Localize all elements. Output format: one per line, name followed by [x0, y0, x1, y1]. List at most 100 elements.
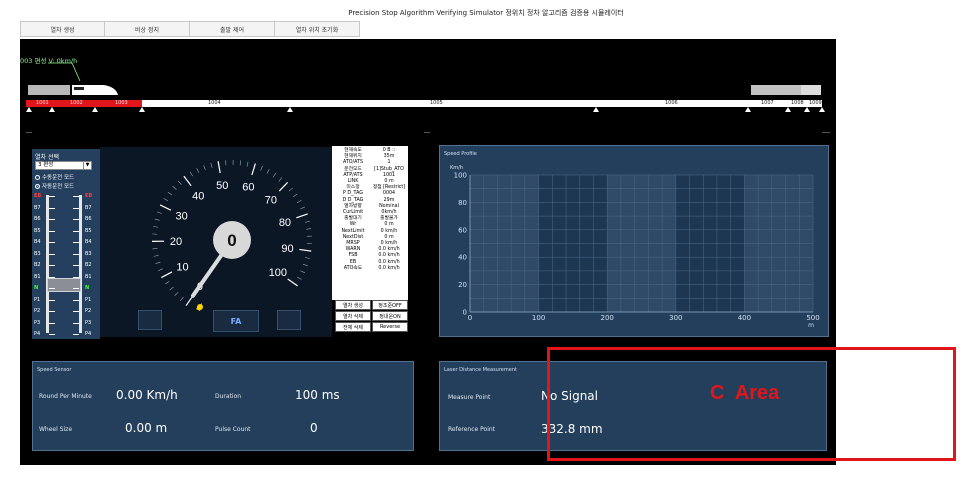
gauge-minor-tick	[297, 276, 302, 280]
notch-label: P4	[85, 331, 92, 337]
track-segment-label: 1006	[665, 100, 678, 106]
track-marker	[26, 107, 32, 112]
info-row: NextLimit 0 km/h	[332, 229, 408, 235]
delete-train-button[interactable]: 열차 삭제	[335, 311, 371, 321]
create-train-button[interactable]: 열차 생성	[20, 21, 105, 37]
auto-align-off-button[interactable]: 정조준OFF	[372, 300, 408, 310]
info-key: 운전모드	[344, 166, 362, 172]
train-info-table: 현재속도 0 B :: 현재위치 35m ATO/ATS 1 운전모드 [1]Stub_ATO…	[332, 146, 408, 300]
info-key: D D_TAG	[342, 197, 364, 203]
pulse-count-value: 0	[310, 421, 318, 435]
gauge-minor-tick	[210, 162, 213, 168]
reset-train-position-button[interactable]: 열차 위치 초기화	[275, 21, 360, 37]
gauge-minor-tick	[157, 211, 162, 214]
info-row: 출발대기 출발불가	[332, 216, 408, 222]
gauge-tick	[159, 204, 172, 211]
info-value: 0 km/h	[380, 228, 398, 234]
gauge-tick-label: 90	[281, 243, 293, 255]
info-key: FSB	[348, 253, 358, 259]
info-key: ATO/ATS	[342, 160, 364, 166]
notch-label: EB	[85, 193, 93, 199]
track-segment-label: 1008	[791, 100, 804, 106]
notch-tick	[49, 299, 55, 301]
notch-tick	[49, 322, 55, 324]
app-window: Precision Stop Algorithm Verifying Simul…	[0, 0, 972, 477]
notch-tick	[73, 288, 79, 289]
radio-selected-icon	[35, 184, 40, 189]
track-segment-label: 1004	[208, 100, 221, 106]
gauge-speed-display: 0	[227, 231, 236, 250]
pulse-count-label: Pulse Count	[215, 426, 251, 433]
emergency-stop-button[interactable]: 비상 정지	[105, 21, 190, 37]
track-marker	[593, 107, 599, 112]
notch-label: N	[85, 285, 90, 291]
gauge-tick	[296, 213, 308, 219]
wheel-size-label: Wheel Size	[39, 426, 73, 433]
notch-tick	[73, 311, 79, 312]
fa-mode-button[interactable]: FA	[213, 310, 259, 332]
notch-label: P2	[34, 308, 41, 314]
notch-lever-area: EB EB B7 B7 B6 B6 B5 B5 B4 B4 B3 B3 B2 B2 B1 B1 N N P1 P1 P2…	[32, 193, 100, 337]
create-train-ctrl-button[interactable]: 열차 생성	[335, 300, 371, 310]
y-tick-label: 80	[458, 199, 467, 207]
y-tick-label: 60	[458, 226, 467, 234]
train-mode-panel: 열차 선택 3 편성 ▼ 수동운전 모드 자동운전 모드 EB EB B7 B7 B6 B…	[32, 149, 100, 339]
gauge-minor-tick	[246, 161, 249, 167]
track-segment-label: 1005	[430, 100, 443, 106]
info-key: ATP/ATS	[343, 172, 363, 178]
info-key: NextDist	[342, 234, 364, 240]
gauge-minor-tick	[300, 270, 306, 274]
measure-point-label: Measure Point	[448, 394, 491, 401]
speed-sensor-title: Speed Sensor	[37, 367, 72, 373]
notch-rail-right	[79, 195, 82, 333]
gauge-minor-tick	[174, 292, 179, 296]
speed-sensor-panel: Speed Sensor Round Per Minute 0.00 Km/h …	[32, 361, 414, 451]
chevron-down-icon[interactable]: ▼	[83, 162, 91, 169]
notch-label: P3	[34, 319, 41, 326]
gauge-tick	[299, 248, 312, 252]
gauge-tick-label: 100	[269, 267, 287, 279]
notch-label: B3	[85, 250, 92, 257]
notch-label: P4	[34, 331, 41, 337]
gauge-tick-label: 40	[192, 190, 204, 202]
track-marker	[49, 107, 55, 112]
x-tick-label: 400	[738, 314, 751, 322]
notch-tick	[73, 207, 79, 209]
laser-title: Laser Distance Measurement	[444, 367, 517, 373]
notch-lever-handle[interactable]	[47, 278, 81, 292]
notch-tick	[73, 322, 79, 324]
train-select-dropdown[interactable]: 3 편성 ▼	[35, 161, 92, 170]
info-value: 0.0 km/h	[378, 253, 400, 259]
manual-mode-label: 수동운전 모드	[42, 175, 75, 181]
train-icon[interactable]	[20, 59, 120, 99]
info-value: 0.0 km/h	[378, 259, 400, 265]
track-marker	[92, 107, 98, 112]
auto-mode-radio[interactable]: 자동운전 모드	[35, 182, 74, 190]
info-row: EB 0.0 km/h	[332, 260, 408, 266]
track-marker	[139, 107, 145, 112]
gauge-minor-tick	[163, 198, 169, 202]
gauge-tick	[278, 182, 289, 192]
internal-on-button[interactable]: 정내운ON	[372, 311, 408, 321]
track-marker	[785, 107, 791, 112]
notch-tick	[49, 253, 55, 255]
notch-label: B5	[85, 227, 92, 234]
gauge-minor-tick	[293, 193, 298, 198]
departure-control-button[interactable]: 출발 제어	[190, 21, 275, 37]
marker-dot-icon	[197, 304, 203, 310]
x-axis-label: m	[808, 322, 814, 329]
reverse-button[interactable]: Reverse	[372, 322, 408, 332]
gauge-side-button[interactable]	[138, 310, 162, 330]
notch-tick	[73, 253, 79, 255]
gauge-minor-tick	[272, 172, 277, 178]
info-value: [1]Stub_ATO	[374, 166, 404, 172]
info-row: ATO/ATS 1	[332, 160, 408, 166]
notch-tick	[49, 276, 55, 278]
delete-all-button[interactable]: 전체 삭제	[335, 322, 371, 332]
track-marker	[804, 107, 810, 112]
gauge-tick-label: 70	[265, 195, 277, 207]
info-row: NextDist 0 m	[332, 235, 408, 241]
gauge-minor-tick	[172, 186, 177, 190]
gauge-side-button[interactable]	[277, 310, 301, 330]
manual-mode-radio[interactable]: 수동운전 모드	[35, 173, 74, 181]
